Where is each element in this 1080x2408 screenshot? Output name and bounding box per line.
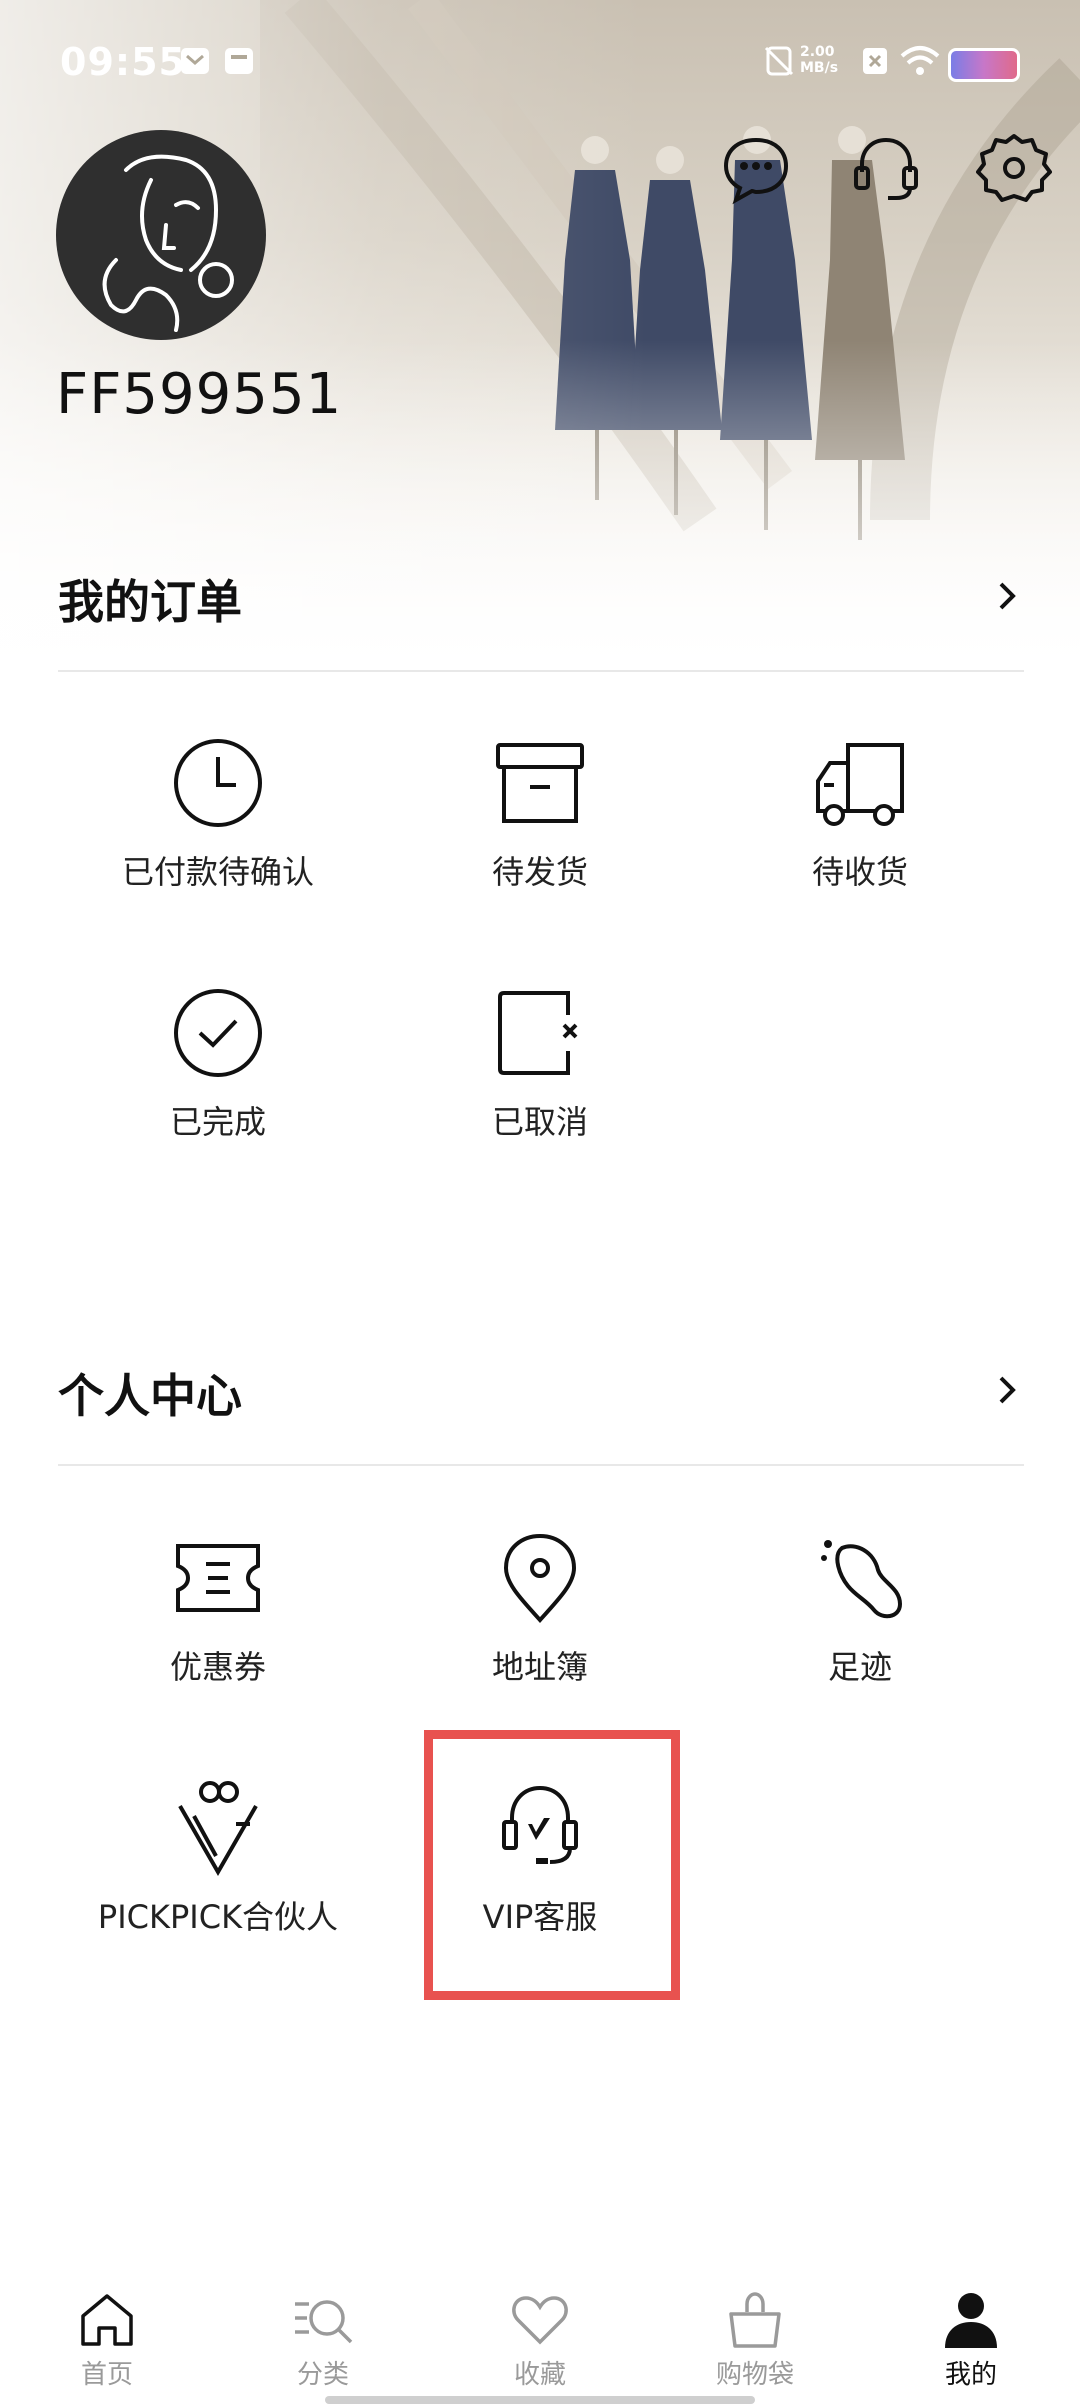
delivery-truck-icon <box>816 743 904 826</box>
personal-item-address-book[interactable]: 地址簿 <box>380 1530 700 1730</box>
avatar[interactable] <box>56 130 266 340</box>
username: FF599551 <box>56 362 343 427</box>
nav-profile[interactable]: 我的 <box>896 2290 1046 2391</box>
calendar-badge-icon <box>225 48 253 74</box>
package-icon <box>496 743 584 823</box>
personal-divider <box>58 1464 1024 1466</box>
home-icon <box>81 2294 133 2346</box>
personal-item-label: 优惠券 <box>169 1648 266 1686</box>
order-item-paid-pending[interactable]: 已付款待确认 <box>58 735 378 935</box>
order-item-label: 已付款待确认 <box>121 853 314 891</box>
order-item-to-ship[interactable]: 待发货 <box>380 735 700 935</box>
personal-item-partner[interactable]: PICKPICK合伙人 <box>58 1780 378 1980</box>
nav-category[interactable]: 分类 <box>248 2290 398 2391</box>
nav-label: 首页 <box>80 2360 133 2390</box>
status-bar: 09:55 2.00 MB/s <box>0 0 1080 120</box>
orders-chevron-right-icon[interactable] <box>990 576 1024 616</box>
nav-label: 收藏 <box>513 2360 566 2390</box>
sim-off-icon <box>863 48 887 74</box>
shopping-bag-icon <box>729 2292 781 2348</box>
cancelled-icon <box>498 991 578 1075</box>
vip-service-highlight-box <box>424 1730 680 2000</box>
settings-icon[interactable] <box>976 130 1052 206</box>
heart-icon <box>512 2296 568 2345</box>
nav-label: 分类 <box>296 2360 349 2390</box>
coupon-icon <box>176 1544 260 1612</box>
order-item-to-receive[interactable]: 待收货 <box>700 735 1020 935</box>
footprint-icon <box>821 1540 903 1619</box>
status-time: 09:55 <box>60 40 186 84</box>
personal-item-label: 地址簿 <box>491 1648 588 1686</box>
order-item-cancelled[interactable]: 已取消 <box>380 985 700 1185</box>
location-pin-icon <box>503 1533 577 1623</box>
order-item-completed[interactable]: 已完成 <box>58 985 378 1185</box>
message-icon[interactable] <box>718 130 794 206</box>
battery-icon <box>948 48 1020 82</box>
clock-icon <box>174 739 262 827</box>
nav-favorites[interactable]: 收藏 <box>465 2290 615 2391</box>
avatar-line-art <box>102 154 234 332</box>
personal-item-label: PICKPICK合伙人 <box>97 1898 339 1936</box>
nfc-icon <box>764 46 794 76</box>
nav-shopping-bag[interactable]: 购物袋 <box>680 2290 830 2391</box>
nav-label: 我的 <box>944 2360 997 2390</box>
customer-service-icon[interactable] <box>848 130 924 206</box>
category-search-icon <box>295 2300 353 2344</box>
check-circle-icon <box>174 989 262 1077</box>
personal-item-footprint[interactable]: 足迹 <box>700 1530 1020 1730</box>
nav-label: 购物袋 <box>715 2360 794 2390</box>
order-item-label: 待收货 <box>811 853 908 891</box>
order-item-label: 待发货 <box>491 853 588 891</box>
message-badge-icon <box>181 48 209 74</box>
home-indicator[interactable] <box>325 2396 755 2404</box>
order-item-label: 已取消 <box>491 1103 588 1141</box>
order-item-label: 已完成 <box>169 1103 266 1141</box>
personal-chevron-right-icon[interactable] <box>990 1370 1024 1410</box>
bottom-nav: 首页 分类 收藏 购物袋 我的 <box>0 2280 1080 2408</box>
personal-item-label: 足迹 <box>827 1648 892 1686</box>
orders-section-title[interactable]: 我的订单 <box>58 566 242 632</box>
profile-icon <box>945 2293 997 2348</box>
network-speed: 2.00 MB/s <box>800 44 839 76</box>
wifi-icon <box>900 46 940 75</box>
personal-item-coupon[interactable]: 优惠券 <box>58 1530 378 1730</box>
partner-icon <box>178 1781 258 1876</box>
nav-home[interactable]: 首页 <box>32 2290 182 2391</box>
orders-divider <box>58 670 1024 672</box>
personal-section-title[interactable]: 个人中心 <box>58 1360 242 1426</box>
